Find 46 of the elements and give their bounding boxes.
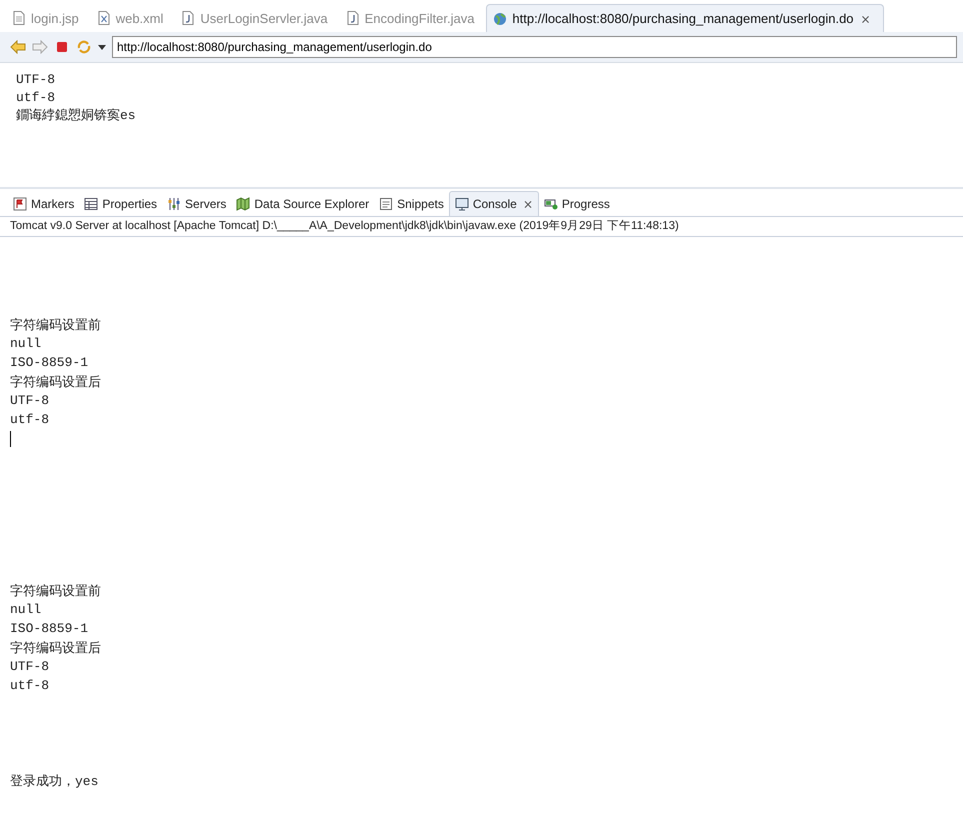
table-icon [84, 196, 98, 210]
xml-file-icon [96, 11, 111, 25]
console-text: ISO-8859-1 [10, 355, 88, 370]
progress-icon [544, 196, 558, 210]
console-text: null [10, 602, 42, 617]
console-text: 字符编码设置后 [10, 640, 101, 656]
sliders-icon [167, 196, 182, 210]
console-text: null [10, 336, 42, 351]
console-text: UTF-8 [10, 659, 50, 674]
view-tab[interactable]: Console ⨯ [448, 191, 539, 216]
forward-arrow-icon[interactable] [32, 40, 48, 54]
text-cursor [10, 430, 11, 446]
view-tab[interactable]: Data Source Explorer [231, 191, 374, 216]
console-text: 登录成功，yes [10, 772, 98, 790]
console-text: utf-8 [10, 678, 50, 693]
console-header: Tomcat v9.0 Server at localhost [Apache Tomcat] D:\_____A\A_Development\jdk8\jdk\bin\javaw.exe (2019年9月29日 下午11:48:13) [0, 217, 963, 237]
stop-icon[interactable] [54, 40, 70, 54]
file-icon [12, 11, 26, 25]
refresh-icon[interactable] [76, 40, 92, 54]
markers-icon [13, 196, 27, 210]
view-tab[interactable]: Servers [162, 191, 232, 216]
view-tab[interactable]: Progress [538, 191, 615, 216]
monitor-icon [454, 197, 469, 211]
map-icon [236, 196, 250, 210]
editor-tab[interactable]: http://localhost:8080/purchasing_management/userlogin.do ⨯ [486, 4, 884, 32]
close-icon[interactable]: ⨯ [522, 197, 533, 211]
view-tab[interactable]: Markers [8, 191, 80, 216]
java-file-icon [346, 11, 360, 25]
caret-icon[interactable] [98, 44, 106, 50]
globe-icon [493, 12, 508, 26]
console-text: UTF-8 [10, 393, 50, 408]
page-text: utf-8 [16, 89, 56, 107]
console-text: 字符编码设置前 [10, 582, 101, 600]
console-text: ISO-8859-1 [10, 621, 88, 636]
view-tab[interactable]: Snippets [374, 191, 449, 216]
console-text: 字符编码设置前 [10, 316, 101, 334]
document-icon [379, 196, 394, 210]
page-text: 鐗诲綍鎴愬姛锛寏es [16, 107, 136, 125]
page-text: UTF-8 [16, 71, 56, 89]
console-text: utf-8 [10, 412, 50, 427]
back-arrow-icon[interactable] [10, 40, 26, 54]
url-field[interactable]: http://localhost:8080/purchasing_management/userlogin.do [112, 36, 957, 58]
close-icon[interactable]: ⨯ [860, 12, 871, 26]
view-tab[interactable]: Properties [79, 191, 162, 216]
java-file-icon [181, 11, 196, 25]
console-text: 字符编码设置后 [10, 374, 101, 390]
